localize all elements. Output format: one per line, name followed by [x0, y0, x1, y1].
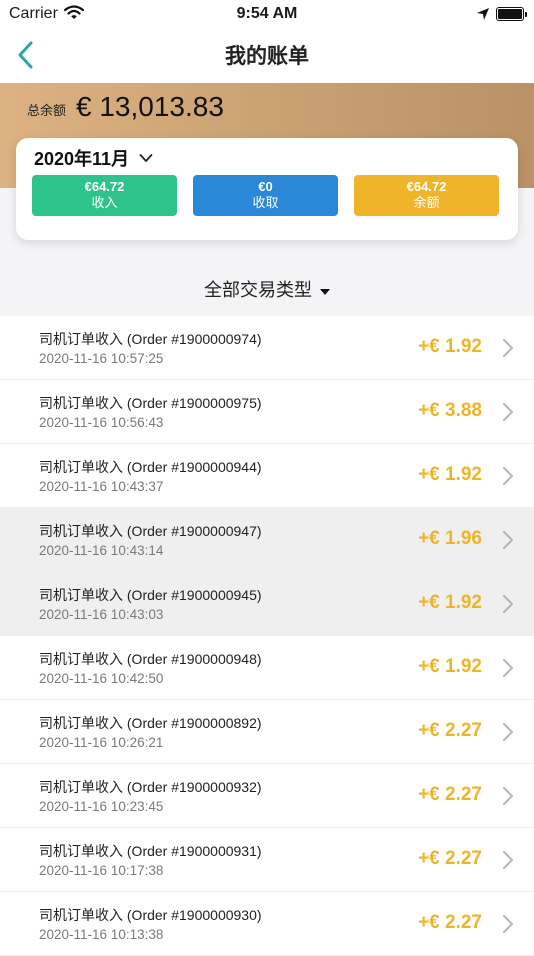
transaction-amount: +€ 1.96 [418, 528, 482, 549]
battery-icon [496, 7, 527, 21]
month-label: 2020年11月 [34, 149, 130, 169]
transaction-amount: +€ 2.27 [418, 912, 482, 933]
collected-value: €0 [258, 179, 273, 194]
transaction-row[interactable]: 司机订单收入 (Order #1900000975) 2020-11-16 10… [0, 380, 534, 444]
balance-stat[interactable]: €64.72 余额 [354, 175, 499, 216]
transaction-title: 司机订单收入 (Order #1900000974) [39, 331, 262, 347]
transaction-row[interactable]: 司机订单收入 (Order #1900000932) 2020-11-16 10… [0, 764, 534, 828]
transaction-row[interactable]: 司机订单收入 (Order #1900000947) 2020-11-16 10… [0, 508, 534, 572]
income-stat[interactable]: €64.72 收入 [32, 175, 177, 216]
balance-value: €64.72 [406, 179, 447, 194]
income-value: €64.72 [84, 179, 125, 194]
transaction-title: 司机订单收入 (Order #1900000944) [39, 459, 262, 475]
transaction-title: 司机订单收入 (Order #1900000948) [39, 651, 262, 667]
transaction-amount: +€ 2.27 [418, 848, 482, 869]
month-selector[interactable]: 2020年11月 [34, 146, 153, 170]
status-bar: Carrier 9:54 AM [0, 0, 534, 28]
transaction-title: 司机订单收入 (Order #1900000892) [39, 715, 262, 731]
transaction-date: 2020-11-16 10:57:25 [39, 351, 164, 366]
transaction-row[interactable]: 司机订单收入 (Order #1900000930) 2020-11-16 10… [0, 892, 534, 956]
status-time: 9:54 AM [236, 5, 298, 22]
chevron-right-icon [503, 723, 513, 741]
transaction-date: 2020-11-16 10:56:43 [39, 415, 164, 430]
chevron-down-icon [139, 154, 153, 162]
transaction-date: 2020-11-16 10:26:21 [39, 735, 164, 750]
transaction-title: 司机订单收入 (Order #1900000975) [39, 395, 262, 411]
chevron-right-icon [503, 595, 513, 613]
chevron-right-icon [503, 403, 513, 421]
transaction-row[interactable]: 司机订单收入 (Order #1900000944) 2020-11-16 10… [0, 444, 534, 508]
nav-bar: 我的账单 [0, 28, 534, 83]
transaction-row[interactable]: 司机订单收入 (Order #1900000931) 2020-11-16 10… [0, 828, 534, 892]
transaction-row[interactable]: 司机订单收入 (Order #1900000945) 2020-11-16 10… [0, 572, 534, 636]
monthly-summary-card: 2020年11月 €64.72 收入 €0 收取 €64.72 余额 [16, 138, 518, 240]
transaction-date: 2020-11-16 10:17:38 [39, 863, 164, 878]
transaction-amount: +€ 1.92 [418, 336, 482, 357]
transaction-amount: +€ 3.88 [418, 400, 482, 421]
transaction-title: 司机订单收入 (Order #1900000930) [39, 907, 262, 923]
caret-down-icon [320, 288, 330, 295]
transaction-date: 2020-11-16 10:43:03 [39, 607, 164, 622]
balance-label: 余额 [413, 195, 440, 210]
transaction-row[interactable]: 司机订单收入 (Order #1900000892) 2020-11-16 10… [0, 700, 534, 764]
transaction-title: 司机订单收入 (Order #1900000932) [39, 779, 262, 795]
transaction-row[interactable]: 司机订单收入 (Order #1900000948) 2020-11-16 10… [0, 636, 534, 700]
transaction-list: 司机订单收入 (Order #1900000974) 2020-11-16 10… [0, 316, 534, 956]
total-balance-amount: € 13,013.83 [76, 91, 224, 122]
transaction-type-filter[interactable]: 全部交易类型 [0, 268, 534, 312]
transaction-date: 2020-11-16 10:43:37 [39, 479, 164, 494]
chevron-right-icon [503, 531, 513, 549]
transaction-amount: +€ 1.92 [418, 464, 482, 485]
chevron-right-icon [503, 467, 513, 485]
chevron-right-icon [503, 659, 513, 677]
filter-label: 全部交易类型 [204, 280, 312, 300]
collected-stat[interactable]: €0 收取 [193, 175, 338, 216]
transaction-title: 司机订单收入 (Order #1900000945) [39, 587, 262, 603]
page-title: 我的账单 [225, 45, 309, 68]
transaction-date: 2020-11-16 10:23:45 [39, 799, 164, 814]
chevron-right-icon [503, 787, 513, 805]
transaction-amount: +€ 1.92 [418, 656, 482, 677]
income-label: 收入 [91, 195, 118, 210]
transaction-date: 2020-11-16 10:13:38 [39, 927, 164, 942]
transaction-amount: +€ 2.27 [418, 720, 482, 741]
collected-label: 收取 [252, 195, 279, 210]
total-balance-label: 总余额 [27, 103, 67, 118]
chevron-right-icon [503, 339, 513, 357]
transaction-amount: +€ 1.92 [418, 592, 482, 613]
transaction-title: 司机订单收入 (Order #1900000947) [39, 523, 262, 539]
chevron-right-icon [503, 851, 513, 869]
transaction-date: 2020-11-16 10:42:50 [39, 671, 164, 686]
chevron-right-icon [503, 915, 513, 933]
transaction-amount: +€ 2.27 [418, 784, 482, 805]
location-icon [476, 7, 490, 26]
transaction-title: 司机订单收入 (Order #1900000931) [39, 843, 262, 859]
transaction-row[interactable]: 司机订单收入 (Order #1900000974) 2020-11-16 10… [0, 316, 534, 380]
transaction-date: 2020-11-16 10:43:14 [39, 543, 164, 558]
